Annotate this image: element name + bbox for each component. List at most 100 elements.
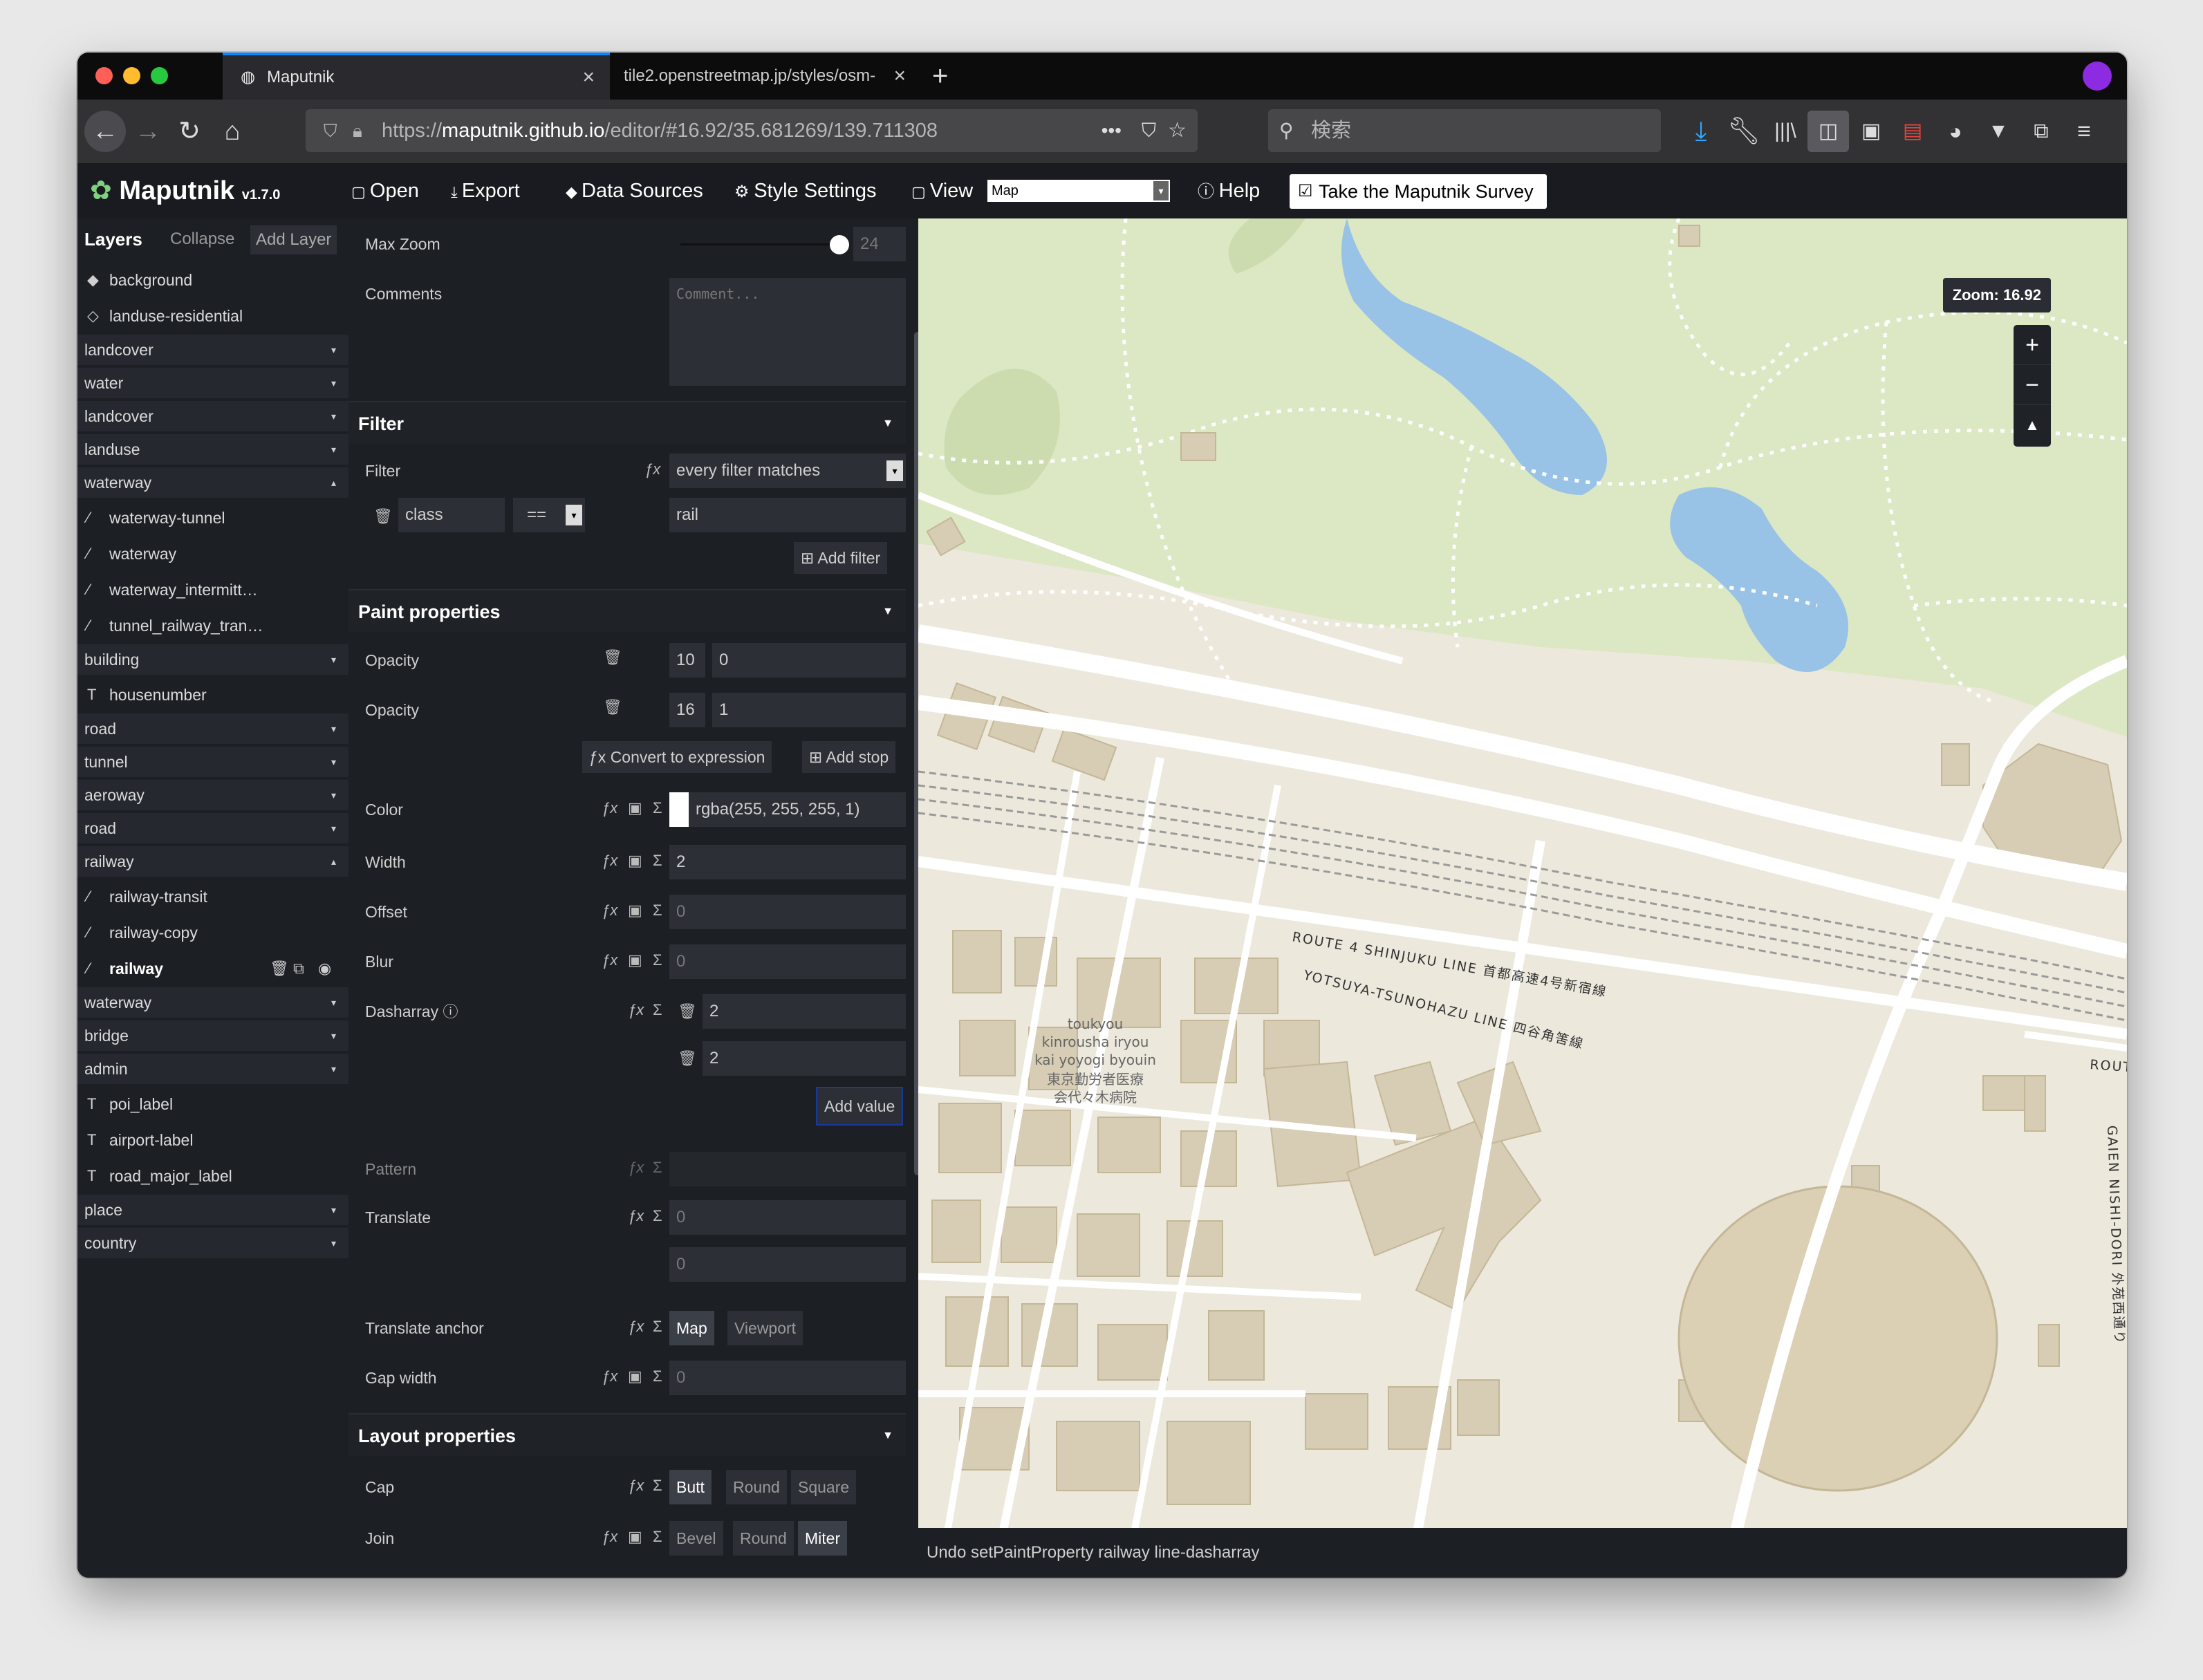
layer-item[interactable]: ⁄ tunnel_railway_tran… xyxy=(77,608,348,643)
cap-round-option[interactable]: Round xyxy=(726,1470,787,1504)
data-driven-icon[interactable]: ▣ xyxy=(628,951,642,969)
trash-icon[interactable]: 🗑︎ xyxy=(270,951,289,986)
layer-group[interactable]: landcover ▾ xyxy=(77,401,348,431)
pattern-input[interactable] xyxy=(669,1152,906,1186)
extension-v-icon[interactable]: ▼ xyxy=(1978,111,2019,152)
extensions-puzzle-icon[interactable]: ⧉ xyxy=(2020,111,2062,152)
pocket-icon[interactable]: ⛉ xyxy=(1142,109,1156,152)
data-driven-icon[interactable]: ▣ xyxy=(628,852,642,870)
data-driven-icon[interactable]: ▣ xyxy=(628,902,642,920)
download-icon[interactable]: ⤓ xyxy=(1680,111,1722,152)
function-icon[interactable]: ƒx xyxy=(628,1318,644,1336)
survey-button[interactable]: ☑ Take the Maputnik Survey xyxy=(1290,174,1547,209)
opacity-stop-zoom-input[interactable]: 10 xyxy=(669,643,705,678)
cap-butt-option[interactable]: Butt xyxy=(669,1470,712,1504)
sidebar-icon[interactable]: ◫ xyxy=(1807,111,1849,152)
undo-status[interactable]: Undo setPaintProperty railway line-dasha… xyxy=(927,1543,1260,1562)
trash-icon[interactable]: 🗑︎ xyxy=(603,698,622,716)
layer-item[interactable]: ◆ background xyxy=(77,263,348,297)
layer-item[interactable]: Thousenumber xyxy=(77,678,348,712)
layer-group[interactable]: admin ▾ xyxy=(77,1054,348,1084)
layer-item[interactable]: ⁄ waterway xyxy=(77,536,348,571)
layout-section-header[interactable]: Layout properties ▼ xyxy=(348,1413,906,1456)
export-button[interactable]: ⤓ Export xyxy=(451,163,520,218)
layer-group[interactable]: landuse ▾ xyxy=(77,434,348,465)
filter-key-input[interactable]: class xyxy=(398,498,505,532)
sigma-icon[interactable]: Σ xyxy=(653,1477,662,1495)
opacity-stop-zoom-input[interactable]: 16 xyxy=(669,693,705,727)
view-select[interactable]: Map ▾ xyxy=(987,180,1170,202)
width-input[interactable]: 2 xyxy=(669,845,906,879)
tab-maputnik[interactable]: ◍ Maputnik × xyxy=(223,53,610,100)
filter-mode-select[interactable]: every filter matches ▾ xyxy=(669,454,906,488)
layer-group[interactable]: building ▾ xyxy=(77,644,348,675)
layer-item[interactable]: ⁄ railway-transit xyxy=(77,879,348,914)
layer-group[interactable]: water ▾ xyxy=(77,368,348,398)
library-icon[interactable]: |||\ xyxy=(1765,111,1806,152)
layer-item[interactable]: Tpoi_label xyxy=(77,1087,348,1121)
blur-input[interactable]: 0 xyxy=(669,944,906,979)
sigma-icon[interactable]: Σ xyxy=(653,1528,662,1546)
data-driven-icon[interactable]: ▣ xyxy=(628,799,642,817)
data-driven-icon[interactable]: ▣ xyxy=(628,1528,642,1546)
function-icon[interactable]: ƒx xyxy=(602,1368,617,1385)
add-filter-button[interactable]: ⊞ Add filter xyxy=(794,542,888,574)
max-zoom-slider-track[interactable] xyxy=(680,243,839,245)
layer-group[interactable]: railway ▴ xyxy=(77,846,348,877)
translate-x-input[interactable]: 0 xyxy=(669,1200,906,1235)
zoom-in-icon[interactable]: + xyxy=(2014,325,2051,365)
page-actions-icon[interactable]: ••• xyxy=(1102,109,1122,152)
anchor-map-option[interactable]: Map xyxy=(669,1311,714,1345)
trash-icon[interactable]: 🗑︎ xyxy=(678,1002,697,1020)
open-button[interactable]: ▢ Open xyxy=(351,163,419,218)
trash-icon[interactable]: 🗑︎ xyxy=(678,1049,697,1067)
opacity-stop-value-input[interactable]: 0 xyxy=(712,643,906,678)
trash-icon[interactable]: 🗑︎ xyxy=(603,648,622,666)
data-driven-icon[interactable]: ▣ xyxy=(628,1368,642,1385)
layer-group[interactable]: aeroway ▾ xyxy=(77,780,348,810)
filter-operator-select[interactable]: == ▾ xyxy=(513,498,585,532)
wrench-icon[interactable]: 🔧︎ xyxy=(1723,111,1765,152)
zoom-window-button[interactable] xyxy=(151,67,168,84)
function-icon[interactable]: ƒx xyxy=(602,799,617,817)
function-icon[interactable]: ƒx xyxy=(628,1207,644,1225)
layer-group[interactable]: place ▾ xyxy=(77,1195,348,1225)
dasharray-value-input[interactable]: 2 xyxy=(703,994,906,1029)
sigma-icon[interactable]: Σ xyxy=(653,852,662,870)
layer-group[interactable]: landcover ▾ xyxy=(77,335,348,365)
function-icon[interactable]: ƒx xyxy=(602,951,617,969)
layer-item[interactable]: ⁄ waterway-tunnel xyxy=(77,501,348,535)
layer-item[interactable]: Tairport-label xyxy=(77,1123,348,1157)
filter-value-input[interactable]: rail xyxy=(669,498,906,532)
sigma-icon[interactable]: Σ xyxy=(653,1368,662,1385)
paint-section-header[interactable]: Paint properties ▼ xyxy=(348,589,906,632)
home-icon[interactable]: ⌂ xyxy=(212,111,253,152)
function-icon[interactable]: ƒx xyxy=(602,902,617,920)
layer-group[interactable]: waterway ▾ xyxy=(77,987,348,1018)
back-arrow-icon[interactable]: ← xyxy=(84,111,126,152)
function-icon[interactable]: ƒx xyxy=(628,1477,644,1495)
color-input[interactable]: rgba(255, 255, 255, 1) xyxy=(669,792,906,827)
translate-y-input[interactable]: 0 xyxy=(669,1247,906,1282)
help-button[interactable]: ⓘ Help xyxy=(1198,163,1260,218)
data-sources-button[interactable]: ◆ Data Sources xyxy=(566,163,703,218)
layer-item[interactable]: Troad_major_label xyxy=(77,1159,348,1193)
forward-arrow-icon[interactable]: → xyxy=(127,111,169,152)
dasharray-value-input[interactable]: 2 xyxy=(703,1041,906,1076)
function-icon[interactable]: ƒx xyxy=(602,852,617,870)
extension-globe-icon[interactable]: ◕ xyxy=(1935,111,1976,152)
max-zoom-slider-thumb[interactable] xyxy=(830,235,849,254)
add-stop-button[interactable]: ⊞ Add stop xyxy=(802,741,896,773)
join-bevel-option[interactable]: Bevel xyxy=(669,1521,723,1556)
layer-group[interactable]: waterway ▴ xyxy=(77,467,348,498)
collapse-button[interactable]: Collapse xyxy=(170,218,234,260)
close-tab-icon[interactable]: × xyxy=(582,55,595,100)
convert-to-expression-button[interactable]: ƒx Convert to expression xyxy=(582,741,772,773)
sigma-icon[interactable]: Σ xyxy=(653,799,662,817)
map-view[interactable]: ROUTE 4 SHINJUKU LINE 首都高速4号新宿線 YOTSUYA-… xyxy=(918,218,2127,1540)
cap-square-option[interactable]: Square xyxy=(791,1470,857,1504)
close-window-button[interactable] xyxy=(95,67,113,84)
eye-icon[interactable]: ◉ xyxy=(318,951,331,986)
layer-group[interactable]: country ▾ xyxy=(77,1228,348,1258)
layer-group[interactable]: tunnel ▾ xyxy=(77,747,348,777)
